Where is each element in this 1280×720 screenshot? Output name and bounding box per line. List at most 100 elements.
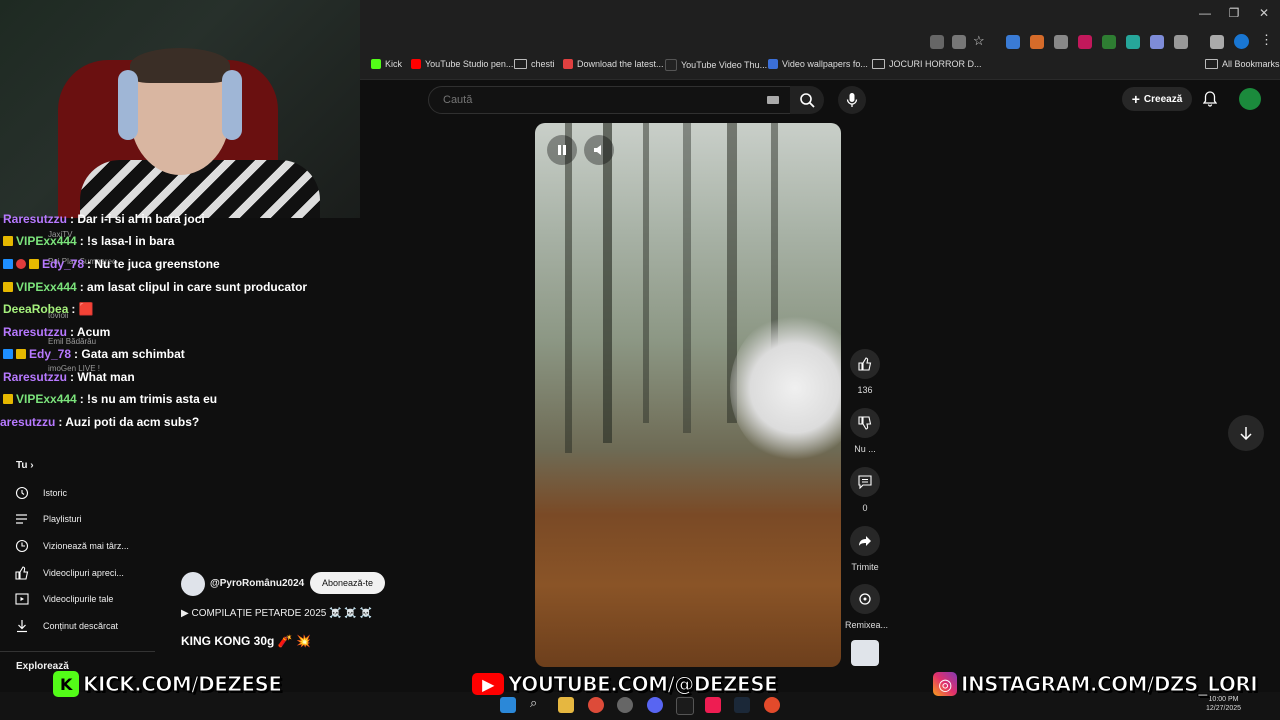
translate-icon[interactable] (930, 35, 944, 49)
chat-message: VIPExx444: am lasat clipul in care sunt … (3, 280, 307, 294)
comments-button[interactable]: 0 (845, 467, 885, 513)
app-icon[interactable] (617, 697, 633, 713)
bookmark-thumbnail[interactable]: YouTube Video Thu... (665, 59, 767, 71)
notifications-button[interactable] (1200, 89, 1220, 109)
share-label: Trimite (851, 562, 879, 572)
dislike-label: Nu ... (854, 444, 876, 454)
site-icon (665, 59, 677, 71)
search-button[interactable] (790, 86, 824, 114)
smoke-cloud (730, 313, 841, 463)
kick-logo-icon: K (53, 671, 79, 697)
search-icon[interactable]: ⌕ (530, 695, 546, 711)
headphones-icon (222, 70, 242, 140)
share-button[interactable]: Trimite (845, 526, 885, 572)
sidebar-item-history[interactable]: Istoric (15, 486, 67, 500)
channel-avatar[interactable] (181, 572, 205, 596)
chat-message: Edy_78: Nu te juca greenstone (3, 257, 220, 271)
folder-icon (1205, 59, 1218, 69)
extension-icon[interactable] (1054, 35, 1068, 49)
kick-social-banner: K KICK.COM/DEZESE (53, 671, 283, 697)
discord-icon[interactable] (647, 697, 663, 713)
search-icon (800, 93, 815, 108)
profile-icon[interactable] (1234, 34, 1249, 49)
comment-count: 0 (862, 503, 868, 513)
download-icon (17, 620, 27, 633)
cast-icon[interactable] (952, 35, 966, 49)
sidebar-item-liked-videos[interactable]: Videoclipuri apreci... (15, 566, 124, 580)
video-icon (15, 593, 29, 605)
voice-search-button[interactable] (838, 86, 866, 114)
sidebar-item-watch-later[interactable]: Vizionează mai târz... (15, 539, 129, 553)
search-input[interactable] (441, 93, 745, 107)
bookmark-download[interactable]: Download the latest... (563, 59, 664, 69)
extension-icon[interactable] (1150, 35, 1164, 49)
short-video-player[interactable] (535, 123, 841, 667)
bookmark-folder-horror[interactable]: JOCURI HORROR D... (872, 59, 982, 69)
site-icon (768, 59, 778, 69)
app-icon[interactable] (676, 697, 694, 715)
sidebar-section-you[interactable]: Tu › (16, 460, 34, 471)
thumbs-up-icon (15, 566, 29, 580)
pause-button[interactable] (547, 135, 577, 165)
moderator-badge-icon (3, 259, 13, 269)
pause-icon (558, 145, 566, 155)
menu-icon[interactable]: ⋮ (1260, 32, 1274, 47)
sidebar-item-your-videos[interactable]: Videoclipurile tale (15, 592, 113, 606)
remix-label: Remixea... (845, 620, 889, 630)
sidebar-divider (0, 651, 155, 652)
keyboard-icon[interactable] (767, 96, 779, 104)
steam-icon[interactable] (734, 697, 750, 713)
instagram-social-banner: ◎ INSTAGRAM.COM/DZS_LORI (933, 671, 1258, 697)
chrome-icon[interactable] (588, 697, 604, 713)
bookmark-youtube-studio[interactable]: YouTube Studio pen... (411, 59, 513, 69)
playlist-icon (16, 514, 27, 524)
media-icon[interactable] (1210, 35, 1224, 49)
all-bookmarks[interactable]: All Bookmarks (1205, 59, 1280, 69)
channel-thumbnail[interactable] (851, 640, 879, 666)
minimize-icon[interactable]: — (1195, 6, 1215, 20)
og-badge-icon (16, 259, 26, 269)
volume-button[interactable] (584, 135, 614, 165)
dislike-button[interactable]: Nu ... (845, 408, 885, 454)
bookmark-wallpapers[interactable]: Video wallpapers fo... (768, 59, 868, 69)
short-title: KING KONG 30g 🧨 💥 (181, 634, 311, 648)
restore-icon[interactable]: ❐ (1224, 6, 1244, 20)
tiktok-icon[interactable] (705, 697, 721, 713)
sidebar-item-playlists[interactable]: Playlisturi (15, 512, 82, 526)
chat-message: VIPExx444: !s nu am trimis asta eu (3, 392, 217, 406)
account-avatar[interactable] (1239, 88, 1261, 110)
history-icon (15, 486, 29, 500)
bookmark-kick[interactable]: Kick (371, 59, 402, 69)
file-explorer-icon[interactable] (558, 697, 574, 713)
remix-icon (859, 593, 871, 605)
next-short-button[interactable] (1228, 415, 1264, 451)
channel-name[interactable]: @PyroRomânu2024 (210, 578, 304, 589)
volume-icon (594, 145, 601, 155)
like-button[interactable]: 136 (845, 349, 885, 395)
bookmark-folder-chesti[interactable]: chesti (514, 59, 555, 69)
create-button[interactable]: + Creează (1122, 87, 1192, 111)
chat-message: Raresutzzu: Acum (3, 325, 111, 339)
subscribe-button[interactable]: Abonează-te (310, 572, 385, 594)
extension-icon[interactable] (1030, 35, 1044, 49)
comment-icon (858, 475, 872, 489)
instagram-logo-icon: ◎ (933, 672, 957, 696)
microphone-icon (846, 93, 858, 107)
extension-icon[interactable] (1102, 35, 1116, 49)
subscriber-badge-icon (3, 236, 13, 246)
youtube-icon (411, 59, 421, 69)
app-icon[interactable] (764, 697, 780, 713)
plus-icon: + (1131, 91, 1140, 107)
sidebar-item-downloads[interactable]: Conținut descărcat (15, 619, 118, 633)
windows-start-icon[interactable] (500, 697, 516, 713)
extension-icon[interactable] (1078, 35, 1092, 49)
chevron-right-icon: › (30, 460, 34, 471)
extension-icon[interactable] (1126, 35, 1140, 49)
playlist-link[interactable]: ▶ COMPILAȚIE PETARDE 2025 ☠️ ☠️ ☠️ (181, 608, 372, 619)
puzzle-icon[interactable] (1174, 35, 1188, 49)
remix-button[interactable]: Remixea... (845, 584, 889, 630)
star-icon[interactable]: ☆ (973, 33, 987, 48)
close-icon[interactable]: ✕ (1254, 6, 1274, 20)
extension-icon[interactable] (1006, 35, 1020, 49)
system-clock[interactable]: 10:00 PM 12/27/2025 (1206, 695, 1241, 713)
